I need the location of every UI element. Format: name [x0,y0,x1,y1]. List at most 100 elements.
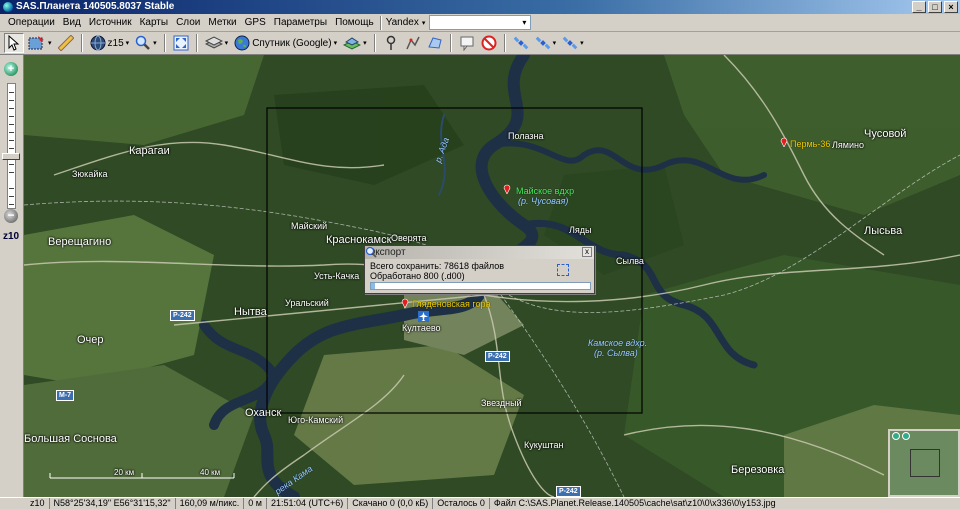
map-pin-icon[interactable] [401,297,409,308]
menu-layers[interactable]: Слои [172,15,204,31]
export-dialog-close-button[interactable]: x [582,247,592,257]
chevron-down-icon: ▾ [552,40,557,47]
layer-type-select[interactable]: ▾ [203,33,231,53]
minimap-zoom-out-icon[interactable] [902,432,910,440]
zoom-in-button[interactable]: + [4,62,18,76]
menu-view[interactable]: Вид [59,15,85,31]
map-label-mayskiy: Майский [291,221,328,231]
stack-icon [204,36,223,49]
placemark-manager-button[interactable] [457,33,477,53]
select-area-button[interactable]: ▾ [26,33,54,53]
map-label-lyamino: Лямино [832,140,864,150]
map-label-polazna: Полазна [508,131,544,141]
map-view[interactable]: Карагаи Зюкайка Верещагино Очер Нытва Ох… [24,55,960,497]
menu-help[interactable]: Помощь [331,15,378,31]
minimap[interactable] [888,429,960,497]
gps-track-select[interactable]: ▾ [533,33,559,53]
chevron-down-icon: ▾ [363,40,367,47]
minimap-viewport[interactable] [910,449,940,477]
menu-gps[interactable]: GPS [241,15,270,31]
map-layers-icon [343,37,362,50]
move-tool-button[interactable] [4,33,24,53]
search-engine-select[interactable]: Yandex ▾ [386,17,426,28]
satellite-track-icon [535,36,550,50]
select-area-icon [28,36,44,50]
map-label-mayskoe-vdhr: Майское вдхр [516,186,575,196]
zoom-tick [9,164,14,165]
zoom-level-select[interactable]: z15 ▾ [88,33,132,53]
maximize-button[interactable]: □ [928,1,942,13]
add-placemark-button[interactable] [381,33,401,53]
zoom-out-button[interactable]: − [4,209,18,223]
map-label-okhansk: Оханск [245,407,282,419]
globe-icon [90,35,106,51]
add-polygon-button[interactable] [425,33,445,53]
minimap-zoom-in-icon[interactable] [892,432,900,440]
road-sign-p242: Р-242 [556,486,581,497]
zoom-tick [9,116,14,117]
close-button[interactable]: × [944,1,958,13]
chevron-down-icon: ▾ [421,19,426,27]
menu-operations[interactable]: Операции [4,15,59,31]
magnifier-icon [135,35,151,50]
road-sign-m7: М-7 [56,390,75,401]
toolbar-separator [373,34,376,52]
zoom-tick [9,108,14,109]
status-time: 21:51:04 (UTC+6) [267,498,349,509]
map-pin-icon[interactable] [780,136,788,147]
magnifier-icon[interactable] [365,246,377,258]
title-bar[interactable]: SAS.Планета 140505.8037 Stable _ □ × [0,0,960,14]
map-source-select[interactable]: Спутник (Google) ▾ [232,33,339,53]
search-input[interactable] [429,15,532,30]
zoom-tick [9,148,14,149]
chevron-down-icon: ▾ [125,40,130,47]
zoom-tick [9,92,14,93]
search-engine-label: Yandex [385,17,419,28]
map-pin-icon [386,35,395,50]
map-label-perm36: Пермь-36 [790,139,831,149]
minimize-button[interactable]: _ [912,1,926,13]
map-label-vereshchagino: Верещагино [48,236,112,248]
gps-settings-select[interactable]: ▾ [560,33,586,53]
menu-marks[interactable]: Метки [204,15,240,31]
polygon-icon [427,37,442,49]
map-label-uralskiy: Уральский [285,298,329,308]
window-title: SAS.Планета 140505.8037 Stable [16,1,175,12]
export-dialog-title[interactable]: Экспорт [365,246,594,259]
zoom-tool-button[interactable]: ▾ [133,33,159,53]
map-pin-icon[interactable] [503,183,511,194]
fullscreen-button[interactable] [171,33,191,53]
map-label-yugo-kamskiy: Юго-Камский [288,415,344,425]
toolbar-separator [503,34,506,52]
map-label-lysva: Лысьва [864,225,903,237]
toolbar-separator [449,34,452,52]
chevron-down-icon: ▾ [580,40,584,47]
map-label-bolshaya-sosnova: Большая Соснова [24,433,117,445]
status-downloaded: Скачано 0 (0,0 кБ) [348,498,434,509]
zoom-slider-thumb[interactable] [2,153,20,160]
export-progress-fill [371,283,376,289]
satellite-icon [513,36,528,50]
chevron-down-icon: ▾ [333,40,338,47]
select-area-icon[interactable] [557,264,569,276]
gps-connect-button[interactable] [511,33,531,53]
menu-maps[interactable]: Карты [136,15,173,31]
add-path-button[interactable] [403,33,423,53]
zoom-slider[interactable] [7,83,16,209]
menu-source[interactable]: Источник [85,15,136,31]
overlay-layers-select[interactable]: ▾ [341,33,369,53]
sas-planeta-window: SAS.Планета 140505.8037 Stable _ □ × Опе… [0,0,960,509]
hide-marks-button[interactable] [479,33,499,53]
zoom-panel: + − z10 [0,55,24,497]
search-history-dropdown[interactable]: ▾ [519,16,529,29]
status-file-path: Файл C:\SAS.Planet.Release.140505\cache\… [493,498,776,508]
chevron-down-icon: ▾ [48,40,52,47]
scale-label-20km: 20 км [114,468,135,477]
map-source-label: Спутник (Google) [252,37,332,49]
zoom-tick [9,140,14,141]
menu-settings[interactable]: Параметры [270,15,331,31]
map-label-kamskoe-vdhr: Камское вдхр. [588,338,648,348]
zoom-level-label: z15 [107,37,124,49]
ruler-icon [57,35,74,51]
ruler-button[interactable] [56,33,76,53]
